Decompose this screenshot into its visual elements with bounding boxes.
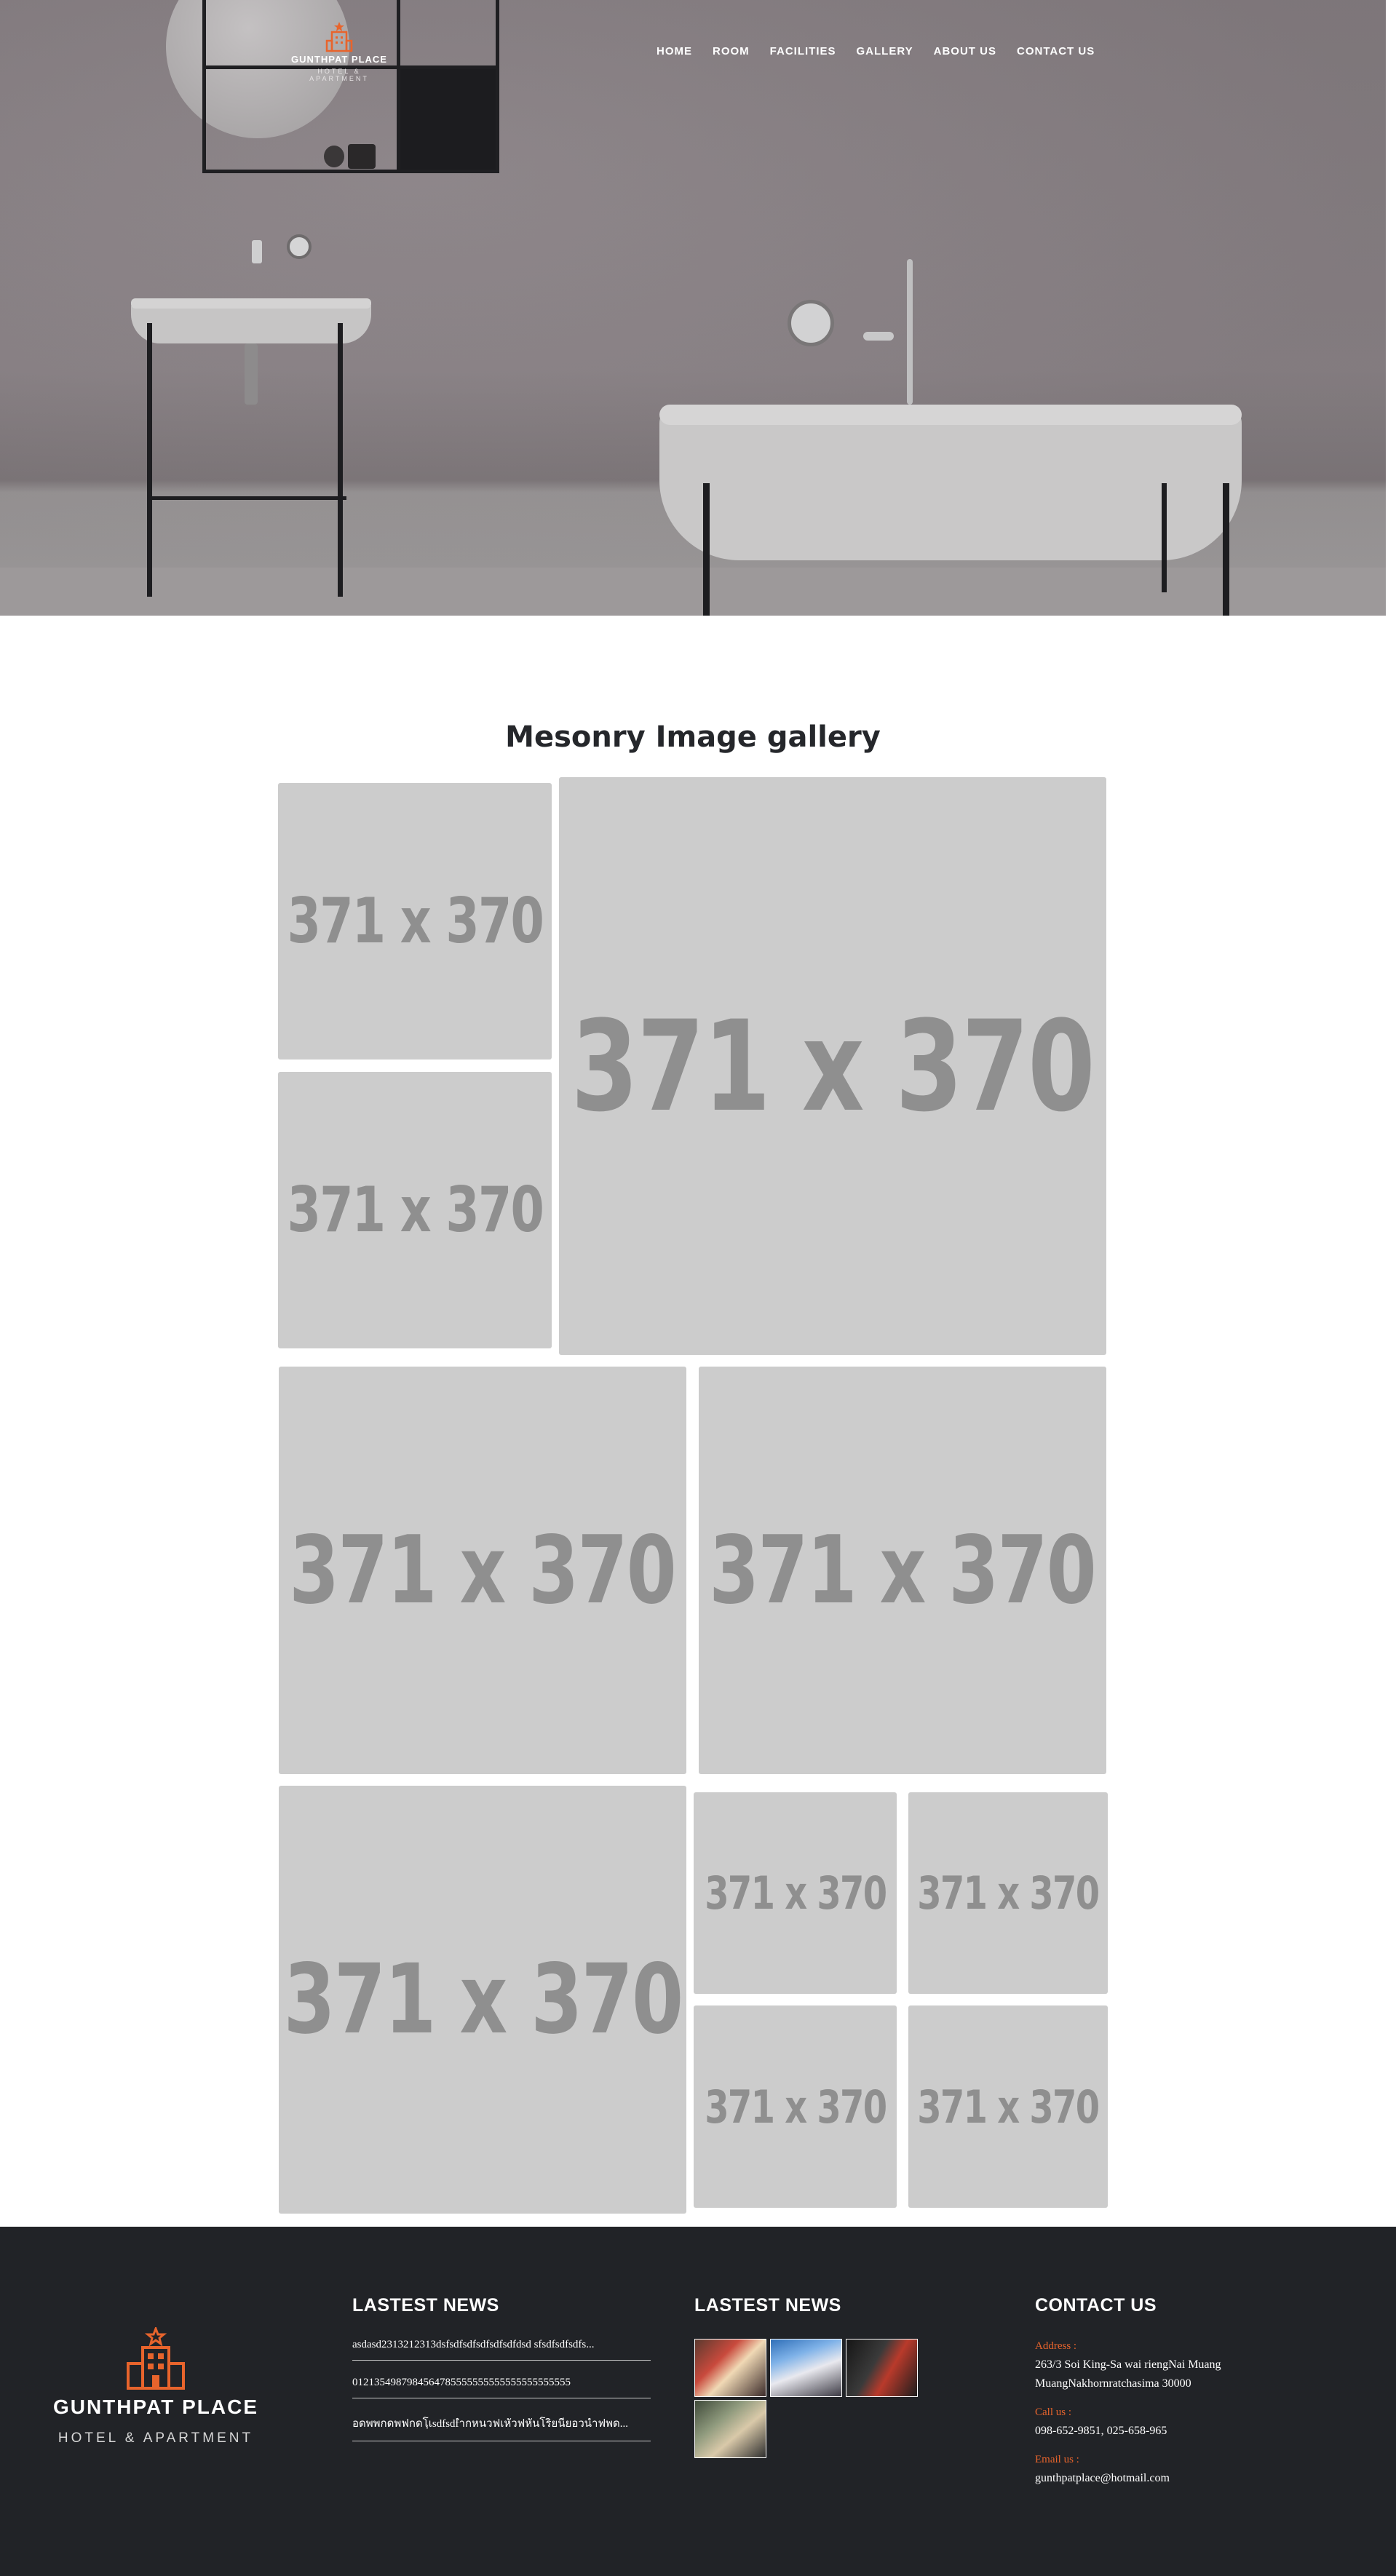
- sink-basin-rim: [131, 298, 371, 309]
- footer-logo-name: GUNTHPAT PLACE: [52, 2396, 259, 2418]
- sink-stand-bar: [148, 496, 346, 500]
- gallery-image-label: 371 x 370: [571, 993, 1095, 1140]
- phone-value[interactable]: 098-652-9851, 025-658-965: [1035, 2422, 1275, 2441]
- tub-spout: [863, 332, 894, 341]
- gallery-image[interactable]: 371 x 370: [279, 1786, 686, 2214]
- gallery-image-label: 371 x 370: [917, 1867, 1100, 1920]
- main-nav: HOME ROOM FACILITIES GALLERY ABOUT US CO…: [646, 45, 1105, 57]
- sink-drain: [245, 343, 258, 405]
- footer-news-heading: LASTEST NEWS: [352, 2295, 499, 2315]
- bathtub-leg: [1223, 483, 1229, 616]
- address-line-2: MuangNakhornratchasima 30000: [1035, 2377, 1191, 2390]
- header-logo-name: GUNTHPAT PLACE: [291, 54, 387, 65]
- hero-floor: [0, 568, 1386, 616]
- gallery-image-label: 371 x 370: [287, 885, 544, 958]
- email-label: Email us :: [1035, 2454, 1079, 2465]
- gallery-image[interactable]: 371 x 370: [908, 1792, 1108, 1994]
- tub-shower-head: [907, 259, 913, 405]
- news-thumbnail[interactable]: [694, 2400, 766, 2458]
- email-link[interactable]: gunthpatplace@hotmail.com: [1035, 2469, 1275, 2488]
- nav-item-home[interactable]: HOME: [646, 45, 702, 57]
- gallery-image[interactable]: 371 x 370: [699, 1367, 1106, 1774]
- nav-item-facilities[interactable]: FACILITIES: [760, 45, 846, 57]
- footer-logo-tagline: HOTEL & APARTMENT: [57, 2430, 254, 2446]
- sink-leg: [147, 323, 152, 597]
- tub-valve: [788, 300, 834, 346]
- shelf-decor: [324, 146, 344, 167]
- header-logo-tagline: HOTEL & APARTMENT: [309, 68, 369, 82]
- nav-item-room[interactable]: ROOM: [702, 45, 760, 57]
- footer-news-heading-2: LASTEST NEWS: [694, 2295, 841, 2315]
- gallery-image-label: 371 x 370: [287, 1174, 544, 1247]
- hotel-building-icon: [325, 22, 353, 52]
- sink-knob: [287, 234, 312, 259]
- news-item[interactable]: 0121354987984564785555555555555555555555: [352, 2371, 651, 2398]
- gallery-image-label: 371 x 370: [704, 2080, 887, 2134]
- gallery-image[interactable]: 371 x 370: [279, 1367, 686, 1774]
- footer-contact: Address : 263/3 Soi King-Sa wai riengNai…: [1035, 2340, 1275, 2501]
- bathtub: [659, 405, 1242, 560]
- address-line-1: 263/3 Soi King-Sa wai riengNai Muang: [1035, 2358, 1221, 2371]
- hotel-building-icon: [127, 2327, 185, 2390]
- wall-shelf-cabinet: [400, 69, 496, 170]
- gallery-image[interactable]: 371 x 370: [694, 2005, 897, 2208]
- hero-banner: [0, 0, 1386, 616]
- gallery-image[interactable]: 371 x 370: [559, 777, 1106, 1355]
- gallery-image[interactable]: 371 x 370: [694, 1792, 897, 1994]
- sink-basin: [131, 303, 371, 343]
- gallery-title: Mesonry Image gallery: [505, 720, 881, 754]
- news-thumbnail[interactable]: [770, 2339, 842, 2397]
- nav-item-gallery[interactable]: GALLERY: [846, 45, 924, 57]
- address-value: 263/3 Soi King-Sa wai riengNai Muang Mua…: [1035, 2356, 1275, 2393]
- footer-news-list: asdasd2313212313dsfsdfsdfsdfsdfsdfdsd sf…: [352, 2333, 651, 2452]
- gallery-image[interactable]: 371 x 370: [278, 1072, 552, 1348]
- shelf-decor: [348, 144, 376, 169]
- gallery-image-label: 371 x 370: [704, 1867, 887, 1920]
- news-item[interactable]: asdasd2313212313dsfsdfsdfsdfsdfsdfdsd sf…: [352, 2333, 651, 2361]
- bathtub-leg: [703, 483, 710, 616]
- gallery-image[interactable]: 371 x 370: [278, 783, 552, 1060]
- gallery-image-label: 371 x 370: [283, 1944, 683, 2056]
- news-item[interactable]: อดพพกดพฟกดโฺเsdfsdfำกหนวฟเหัวฟหันโริยนีย…: [352, 2409, 651, 2441]
- sink-faucet: [252, 240, 262, 263]
- header-logo[interactable]: GUNTHPAT PLACE HOTEL & APARTMENT: [288, 20, 390, 84]
- bathtub-rim: [659, 405, 1242, 425]
- address-label: Address :: [1035, 2340, 1077, 2352]
- nav-item-contact-us[interactable]: CONTACT US: [1007, 45, 1105, 57]
- news-thumbnail[interactable]: [846, 2339, 918, 2397]
- news-thumbnail[interactable]: [694, 2339, 766, 2397]
- footer-logo[interactable]: GUNTHPAT PLACE HOTEL & APARTMENT: [44, 2327, 268, 2446]
- gallery-image-label: 371 x 370: [917, 2080, 1100, 2134]
- phone-label: Call us :: [1035, 2406, 1072, 2418]
- gallery-image[interactable]: 371 x 370: [908, 2005, 1108, 2208]
- sink-leg: [338, 323, 343, 597]
- nav-item-about-us[interactable]: ABOUT US: [924, 45, 1007, 57]
- gallery-image-label: 371 x 370: [289, 1516, 677, 1625]
- bathtub-leg: [1162, 483, 1167, 592]
- footer-contact-heading: CONTACT US: [1035, 2295, 1157, 2315]
- gallery-image-label: 371 x 370: [709, 1516, 1097, 1625]
